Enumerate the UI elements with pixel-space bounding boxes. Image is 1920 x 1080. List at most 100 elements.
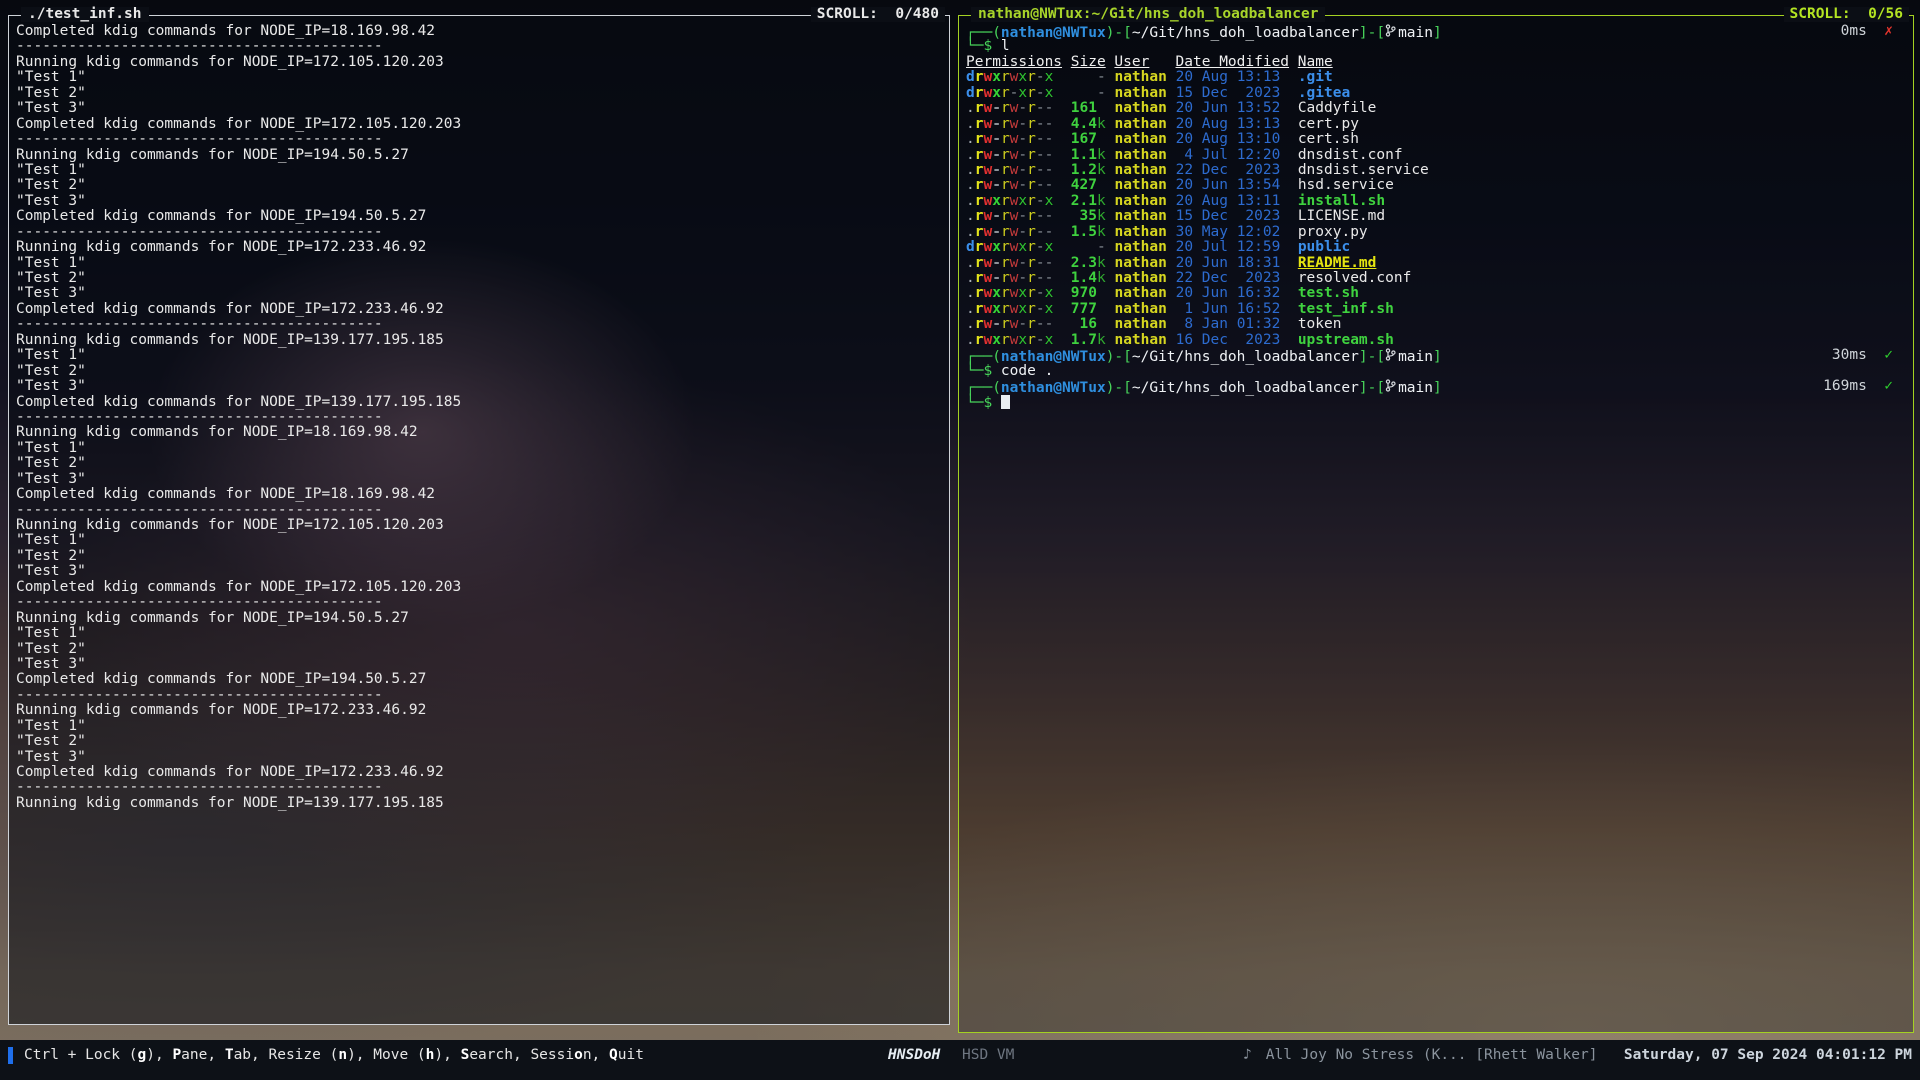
output-line: Running kdig commands for NODE_IP=194.50… — [16, 148, 939, 163]
output-line: "Test 3" — [16, 657, 939, 672]
file-row: .rw-rw-r-- 1.2k nathan 22 Dec 2023 dnsdi… — [966, 163, 1903, 178]
file-listing: Permissions Size User Date Modified Name… — [966, 55, 1903, 348]
prompt-line: ┌──(nathan@NWTux)-[~/Git/hns_doh_loadbal… — [966, 24, 1903, 39]
file-row: .rw-rw-r-- 1.1k nathan 4 Jul 12:20 dnsdi… — [966, 148, 1903, 163]
file-name: dnsdist.conf — [1298, 147, 1403, 163]
output-line: "Test 1" — [16, 719, 939, 734]
file-name: test.sh — [1298, 285, 1359, 301]
file-row: drwxr-xr-x - nathan 15 Dec 2023 .gitea — [966, 86, 1903, 101]
output-line: "Test 1" — [16, 348, 939, 363]
output-line: "Test 1" — [16, 626, 939, 641]
status-bar: Ctrl + Lock (g), Pane, Tab, Resize (n), … — [0, 1040, 1920, 1080]
file-row: drwxrwxr-x - nathan 20 Jul 12:59 public — [966, 240, 1903, 255]
output-line: ----------------------------------------… — [16, 317, 939, 332]
file-row: .rw-rw-r-- 1.4k nathan 22 Dec 2023 resol… — [966, 271, 1903, 286]
file-row: .rw-rw-r-- 167 nathan 20 Aug 13:10 cert.… — [966, 132, 1903, 147]
clock: Saturday, 07 Sep 2024 04:01:12 PM — [1624, 1048, 1912, 1063]
output-line: ----------------------------------------… — [16, 688, 939, 703]
file-row: .rw-rw-r-- 1.5k nathan 30 May 12:02 prox… — [966, 225, 1903, 240]
file-row: .rwxrwxr-x 970 nathan 20 Jun 16:32 test.… — [966, 286, 1903, 301]
output-line: Running kdig commands for NODE_IP=172.10… — [16, 55, 939, 70]
output-line: Completed kdig commands for NODE_IP=172.… — [16, 302, 939, 317]
output-line: "Test 2" — [16, 271, 939, 286]
output-line: Completed kdig commands for NODE_IP=18.1… — [16, 487, 939, 502]
output-line: "Test 3" — [16, 194, 939, 209]
output-line: "Test 2" — [16, 178, 939, 193]
file-name: upstream.sh — [1298, 332, 1394, 348]
output-line: "Test 3" — [16, 286, 939, 301]
output-line: Completed kdig commands for NODE_IP=139.… — [16, 395, 939, 410]
text-cursor — [1001, 395, 1010, 409]
file-name: .gitea — [1298, 85, 1350, 101]
command-duration: 30ms ✓ — [1832, 348, 1893, 363]
output-line: Completed kdig commands for NODE_IP=172.… — [16, 580, 939, 595]
left-pane[interactable]: ./test_inf.sh SCROLL: 0/480 Completed kd… — [8, 15, 950, 1025]
right-pane[interactable]: nathan@NWTux:~/Git/hns_doh_loadbalancer … — [958, 15, 1914, 1033]
command-input-line[interactable]: └─$ — [966, 395, 1903, 410]
output-line: "Test 2" — [16, 456, 939, 471]
file-row: .rwxrwxr-x 1.7k nathan 16 Dec 2023 upstr… — [966, 333, 1903, 348]
file-row: .rwxrwxr-x 777 nathan 1 Jun 16:52 test_i… — [966, 302, 1903, 317]
output-line: "Test 1" — [16, 256, 939, 271]
file-name: dnsdist.service — [1298, 162, 1429, 178]
file-row: .rw-rw-r-- 161 nathan 20 Jun 13:52 Caddy… — [966, 101, 1903, 116]
output-line: ----------------------------------------… — [16, 132, 939, 147]
file-row: .rw-rw-r-- 427 nathan 20 Jun 13:54 hsd.s… — [966, 178, 1903, 193]
prompt-line: ┌──(nathan@NWTux)-[~/Git/hns_doh_loadbal… — [966, 379, 1903, 394]
output-line: ----------------------------------------… — [16, 39, 939, 54]
file-name: LICENSE.md — [1298, 208, 1385, 224]
output-line: "Test 3" — [16, 750, 939, 765]
output-line: Running kdig commands for NODE_IP=139.17… — [16, 796, 939, 811]
prompt-line: ┌──(nathan@NWTux)-[~/Git/hns_doh_loadbal… — [966, 348, 1903, 363]
command-duration: 0ms ✗ — [1841, 24, 1893, 39]
file-row: .rw-rw-r-- 4.4k nathan 20 Aug 13:13 cert… — [966, 117, 1903, 132]
terminal-screen: ./test_inf.sh SCROLL: 0/480 Completed kd… — [0, 0, 1920, 1080]
file-row: .rw-rw-r-- 16 nathan 8 Jan 01:32 token — [966, 317, 1903, 332]
output-line: "Test 2" — [16, 364, 939, 379]
command-line: └─$ l — [966, 39, 1903, 54]
file-row: .rw-rw-r-- 2.3k nathan 20 Jun 18:31 READ… — [966, 256, 1903, 271]
file-name: token — [1298, 316, 1342, 332]
file-name: proxy.py — [1298, 224, 1368, 240]
file-name: resolved.conf — [1298, 270, 1412, 286]
left-pane-output[interactable]: Completed kdig commands for NODE_IP=18.1… — [9, 16, 949, 1024]
output-line: Completed kdig commands for NODE_IP=194.… — [16, 209, 939, 224]
output-line: ----------------------------------------… — [16, 503, 939, 518]
now-playing: ♪ All Joy No Stress (K... [Rhett Walker] — [1243, 1048, 1597, 1063]
output-line: "Test 1" — [16, 163, 939, 178]
file-name: .git — [1298, 69, 1333, 85]
session-name: HNSDoH — [888, 1048, 940, 1063]
output-line: Running kdig commands for NODE_IP=194.50… — [16, 611, 939, 626]
now-playing-text: All Joy No Stress (K... [Rhett Walker] — [1266, 1047, 1598, 1063]
output-line: ----------------------------------------… — [16, 595, 939, 610]
status-accent-bar — [8, 1047, 13, 1064]
command-line: └─$ code . — [966, 364, 1903, 379]
file-row: drwxrwxr-x - nathan 20 Aug 13:13 .git — [966, 70, 1903, 85]
command-duration: 169ms ✓ — [1823, 379, 1893, 394]
file-name: README.md — [1298, 255, 1377, 271]
output-line: "Test 2" — [16, 642, 939, 657]
output-line: "Test 3" — [16, 101, 939, 116]
host-label: HSD VM — [962, 1048, 1014, 1063]
output-line: "Test 3" — [16, 379, 939, 394]
music-note-icon: ♪ — [1243, 1047, 1252, 1063]
file-row: .rwxrwxr-x 2.1k nathan 20 Aug 13:11 inst… — [966, 194, 1903, 209]
output-line: ----------------------------------------… — [16, 410, 939, 425]
file-name: cert.sh — [1298, 131, 1359, 147]
output-line: "Test 1" — [16, 70, 939, 85]
check-icon: ✓ — [1884, 347, 1893, 363]
file-name: Caddyfile — [1298, 100, 1377, 116]
output-line: "Test 1" — [16, 533, 939, 548]
output-line: "Test 2" — [16, 86, 939, 101]
x-icon: ✗ — [1884, 23, 1893, 39]
file-row: .rw-rw-r-- 35k nathan 15 Dec 2023 LICENS… — [966, 209, 1903, 224]
file-name: hsd.service — [1298, 177, 1394, 193]
keybinding-hints: Ctrl + Lock (g), Pane, Tab, Resize (n), … — [24, 1048, 644, 1063]
output-line: Running kdig commands for NODE_IP=139.17… — [16, 333, 939, 348]
output-line: Completed kdig commands for NODE_IP=172.… — [16, 765, 939, 780]
output-line: Completed kdig commands for NODE_IP=172.… — [16, 117, 939, 132]
output-line: Running kdig commands for NODE_IP=172.10… — [16, 518, 939, 533]
output-line: "Test 2" — [16, 734, 939, 749]
output-line: Completed kdig commands for NODE_IP=194.… — [16, 672, 939, 687]
right-pane-output[interactable]: ┌──(nathan@NWTux)-[~/Git/hns_doh_loadbal… — [959, 16, 1913, 1032]
